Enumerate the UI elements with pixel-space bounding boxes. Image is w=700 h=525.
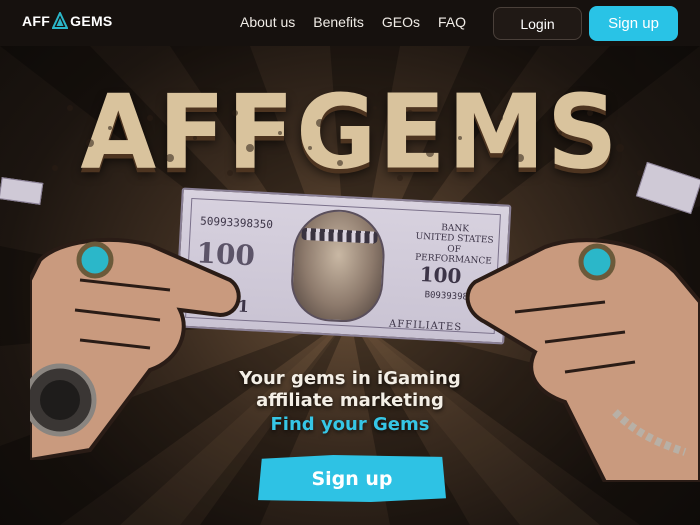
top-navbar: AFF GEMS About us Benefits GEOs FAQ Logi…	[0, 0, 700, 46]
logo-text-right: GEMS	[70, 13, 113, 29]
nav-link-geos[interactable]: GEOs	[382, 14, 420, 30]
hero-tagline: Your gems in iGaming affiliate marketing	[0, 368, 700, 412]
logo-text-left: AFF	[22, 13, 51, 29]
signup-button-header[interactable]: Sign up	[589, 6, 678, 41]
logo[interactable]: AFF GEMS	[22, 12, 113, 30]
hero-title: AFFGEMS	[80, 73, 620, 193]
nav-link-faq[interactable]: FAQ	[438, 14, 466, 30]
right-hand-illustration	[465, 238, 700, 482]
hero-subtitle: Find your Gems	[270, 414, 430, 435]
bill-portrait	[289, 207, 387, 325]
nav-links: About us Benefits GEOs FAQ	[240, 14, 466, 30]
tagline-line-2: affiliate marketing	[256, 390, 444, 411]
gem-icon	[52, 12, 69, 29]
login-button[interactable]: Login	[493, 7, 582, 40]
tagline-line-1: Your gems in iGaming	[239, 368, 461, 389]
nav-link-benefits[interactable]: Benefits	[313, 14, 364, 30]
signup-button-hero[interactable]: Sign up	[258, 455, 446, 502]
gem-ring-icon	[76, 241, 114, 279]
nav-link-about[interactable]: About us	[240, 14, 295, 30]
gem-ring-icon	[578, 243, 616, 281]
